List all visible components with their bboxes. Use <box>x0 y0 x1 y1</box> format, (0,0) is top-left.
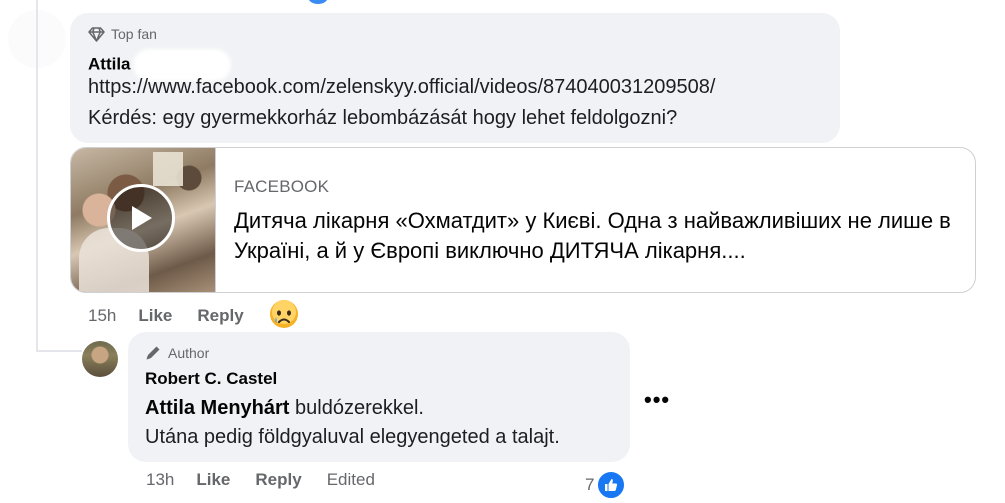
reaction-count: 7 <box>585 475 595 494</box>
thread-line <box>36 0 38 352</box>
play-icon[interactable] <box>107 184 175 252</box>
comment-bubble: Top fan Attila https://www.facebook.com/… <box>70 13 840 143</box>
timestamp[interactable]: 15h <box>88 306 116 326</box>
reaction-summary[interactable]: 7 <box>585 470 627 500</box>
timestamp[interactable]: 13h <box>146 470 174 490</box>
comment-text: Attila Menyhárt buldózerekkel. <box>145 394 424 423</box>
preview-title[interactable]: Дитяча лікарня «Охматдит» у Києві. Одна … <box>234 206 959 266</box>
reply-button[interactable]: Reply <box>197 306 243 326</box>
thumbnail-window <box>153 152 183 186</box>
comment-actions: 15h Like Reply <box>88 298 299 333</box>
notification-dot <box>308 0 328 4</box>
comment-text: Kérdés: egy gyermekkorház lebombázását h… <box>88 107 678 129</box>
comment-author[interactable]: Robert C. Castel <box>145 369 277 389</box>
pencil-icon <box>145 344 162 361</box>
comment-actions: 13h Like Reply Edited <box>146 470 375 490</box>
thread-branch <box>36 350 82 352</box>
author-name[interactable]: Attila <box>88 54 131 73</box>
badge-label: Top fan <box>111 26 157 42</box>
reply-bubble: Author Robert C. Castel Attila Menyhárt … <box>128 332 630 462</box>
author-badge: Author <box>145 344 209 361</box>
comment-text-rest: buldózerekkel. <box>289 397 424 419</box>
top-fan-badge: Top fan <box>88 26 157 42</box>
more-options-icon[interactable]: ••• <box>644 387 670 413</box>
like-button[interactable]: Like <box>138 306 172 326</box>
like-reaction-icon <box>596 470 627 500</box>
video-thumbnail[interactable] <box>71 148 215 292</box>
preview-source: FACEBOOK <box>234 177 330 196</box>
like-button[interactable]: Like <box>196 470 230 490</box>
edited-label: Edited <box>326 470 375 489</box>
badge-label: Author <box>168 344 210 361</box>
avatar[interactable] <box>82 341 118 377</box>
comment-link[interactable]: https://www.facebook.com/zelenskyy.offic… <box>88 73 715 102</box>
diamond-icon <box>88 26 105 42</box>
preview-divider <box>215 148 216 292</box>
mention-link[interactable]: Attila Menyhárt <box>145 397 289 419</box>
sad-reaction-icon[interactable] <box>269 299 299 334</box>
comment-text-line2: Utána pedig földgyaluval elegyengeted a … <box>145 426 560 448</box>
reply-button[interactable]: Reply <box>255 470 301 490</box>
link-preview-card[interactable]: FACEBOOK Дитяча лікарня «Охматдит» у Киє… <box>70 147 976 293</box>
